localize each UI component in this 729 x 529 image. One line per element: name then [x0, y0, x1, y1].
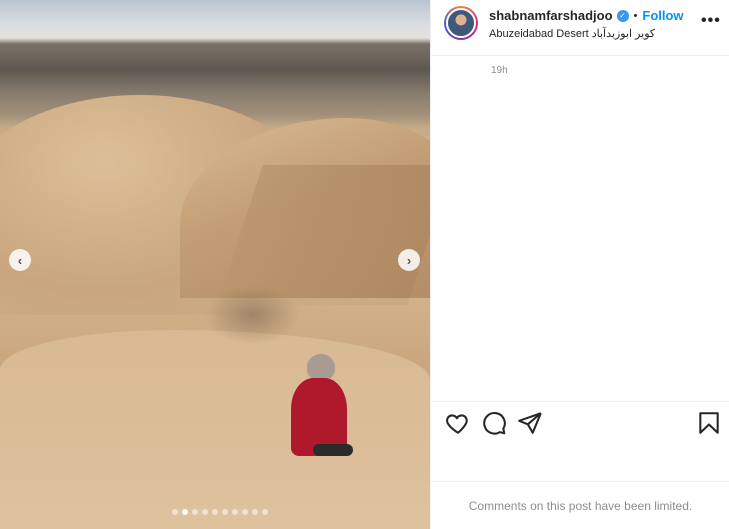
carousel-dot — [232, 509, 238, 515]
action-bar — [431, 401, 729, 481]
like-button[interactable] — [445, 410, 471, 436]
carousel-dot — [252, 509, 258, 515]
post-timestamp[interactable]: 19h — [491, 65, 508, 76]
carousel-dot — [202, 509, 208, 515]
carousel-next-button[interactable]: › — [398, 249, 420, 271]
location-link[interactable]: Abuzeidabad Desert کویر ابوزیدآباد — [489, 27, 655, 40]
save-button[interactable] — [696, 410, 722, 436]
user-line: shabnamfarshadjoo ✓ • Follow — [489, 8, 684, 23]
carousel-dot — [192, 509, 198, 515]
carousel-dot — [212, 509, 218, 515]
comment-button[interactable] — [481, 410, 507, 436]
carousel-prev-button[interactable]: ‹ — [9, 249, 31, 271]
legs — [313, 444, 353, 456]
post-image[interactable]: ‹ › — [0, 0, 430, 529]
chevron-left-icon: ‹ — [17, 252, 23, 268]
carousel-dot — [182, 509, 188, 515]
bookmark-icon — [699, 412, 719, 434]
comment-icon — [483, 412, 506, 435]
separator-dot: • — [633, 9, 638, 22]
carousel-dots — [172, 509, 268, 515]
seated-woman — [283, 352, 353, 462]
desert-shrub — [205, 285, 300, 345]
headscarf — [307, 354, 335, 380]
carousel-dot — [262, 509, 268, 515]
more-options-icon[interactable]: ••• — [701, 12, 721, 30]
chevron-right-icon: › — [406, 252, 412, 268]
paper-plane-icon — [518, 412, 542, 434]
heart-icon — [446, 414, 468, 434]
carousel-dot — [222, 509, 228, 515]
carousel-dot — [172, 509, 178, 515]
carousel-dot — [242, 509, 248, 515]
username-link[interactable]: shabnamfarshadjoo — [489, 8, 613, 23]
share-button[interactable] — [517, 410, 543, 436]
foreground-sand — [0, 330, 430, 529]
post-side-panel: shabnamfarshadjoo ✓ • Follow Abuzeidabad… — [430, 0, 729, 529]
follow-button[interactable]: Follow — [642, 8, 683, 23]
avatar[interactable] — [444, 6, 478, 40]
comments-limited-notice: Comments on this post have been limited. — [431, 481, 729, 529]
post-header: shabnamfarshadjoo ✓ • Follow Abuzeidabad… — [431, 0, 729, 56]
verified-badge-icon: ✓ — [616, 9, 629, 22]
avatar-image — [446, 8, 476, 38]
